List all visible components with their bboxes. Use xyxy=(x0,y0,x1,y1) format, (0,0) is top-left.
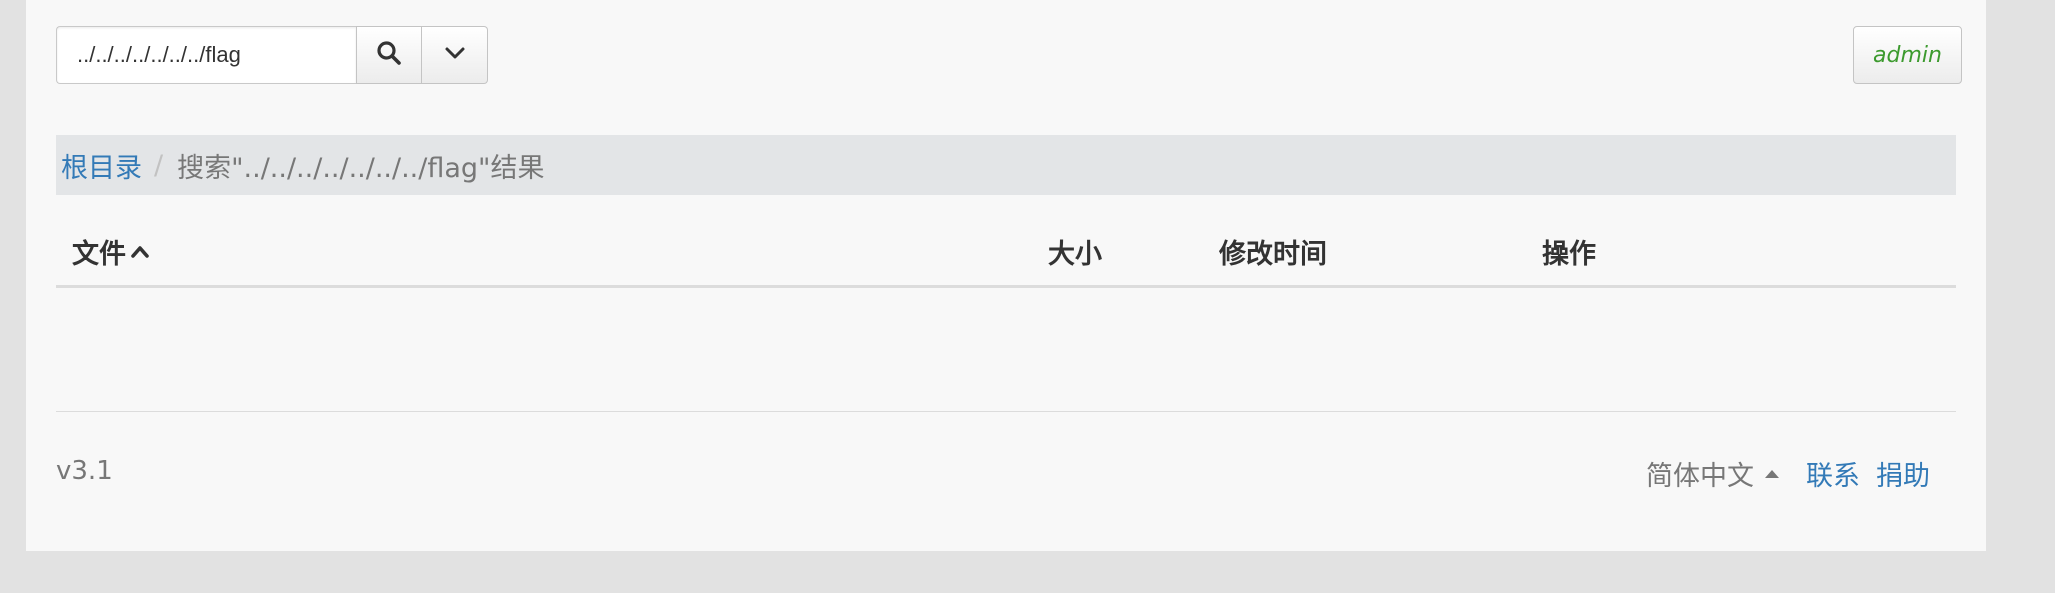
language-selector[interactable]: 简体中文 xyxy=(1646,454,1780,493)
breadcrumb: 根目录 / 搜索"../../../../../../../flag"结果 xyxy=(56,135,1956,195)
breadcrumb-current: 搜索"../../../../../../../flag"结果 xyxy=(177,152,545,184)
column-label-ops: 操作 xyxy=(1542,239,1596,270)
footer-divider xyxy=(56,411,1956,412)
user-button[interactable]: admin xyxy=(1853,26,1962,84)
search-options-button[interactable] xyxy=(422,26,488,84)
column-label-mtime: 修改时间 xyxy=(1219,239,1327,270)
column-label-name: 文件 xyxy=(72,239,126,270)
breadcrumb-root-link[interactable]: 根目录 xyxy=(61,146,142,185)
column-label-size: 大小 xyxy=(1048,239,1102,270)
chevron-up-icon xyxy=(130,242,150,262)
column-header-size: 大小 xyxy=(1048,232,1102,271)
donate-link[interactable]: 捐助 xyxy=(1876,454,1930,493)
breadcrumb-separator: / xyxy=(154,149,164,181)
main-panel: admin 根目录 / 搜索"../../../../../../../flag… xyxy=(26,0,1986,551)
column-header-mtime: 修改时间 xyxy=(1219,232,1327,271)
search-input[interactable] xyxy=(56,26,356,84)
caret-up-icon xyxy=(1764,468,1780,480)
search-icon xyxy=(376,40,402,70)
column-header-name[interactable]: 文件 xyxy=(72,232,150,271)
column-header-ops: 操作 xyxy=(1542,232,1596,271)
version-label: v3.1 xyxy=(56,456,113,486)
chevron-down-icon xyxy=(444,42,466,68)
language-label: 简体中文 xyxy=(1646,461,1754,492)
search-button[interactable] xyxy=(356,26,422,84)
file-table-header: 文件 大小 修改时间 操作 xyxy=(56,220,1956,288)
contact-link[interactable]: 联系 xyxy=(1806,454,1860,493)
search-group xyxy=(56,26,488,84)
file-table-body xyxy=(56,290,1956,412)
footer-links: 简体中文 联系 捐助 xyxy=(1646,454,1930,493)
